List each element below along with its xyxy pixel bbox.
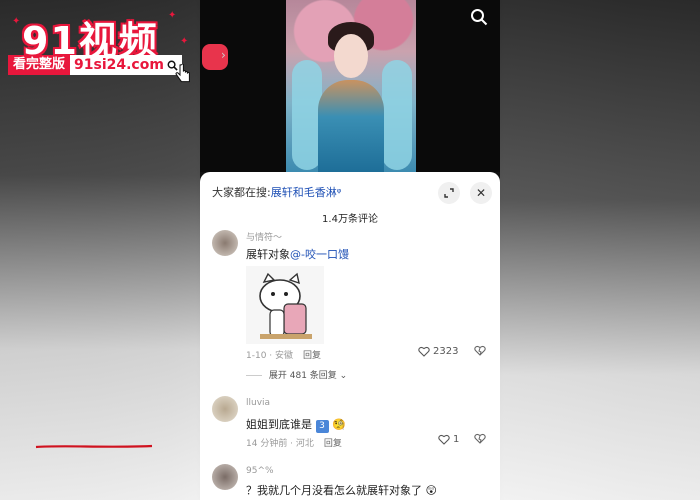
sticker-image[interactable] (246, 266, 324, 344)
figure-sleeve-right (382, 60, 412, 170)
close-icon: ✕ (475, 186, 487, 200)
reply-button[interactable]: 回复 (303, 351, 321, 361)
like-count: 1 (453, 434, 460, 445)
trending-search[interactable]: 大家都在搜:展轩和毛香淋ᵠ (212, 184, 341, 200)
heart-icon (438, 434, 450, 445)
fullscreen-button[interactable] (438, 182, 460, 204)
comment-text: ？我就几个月没看怎么就展轩对象了 😲 (246, 482, 437, 498)
reply-button[interactable]: 回复 (324, 439, 342, 449)
watermark-bar[interactable]: 看完整版 91si24.com (8, 54, 182, 76)
comment-text: 展轩对象@-咬一口馒 (246, 246, 349, 262)
video-frame (286, 0, 416, 172)
keycap-emoji: 3 (315, 420, 329, 433)
mention-link[interactable]: @-咬一口馒 (290, 248, 349, 261)
comment-time: 14 分钟前 · 河北 (246, 439, 314, 449)
watermark-url-text: 91si24.com (74, 57, 164, 73)
dislike-button[interactable] (474, 345, 486, 359)
heart-icon (418, 346, 430, 357)
comment-count: 1.4万条评论 (322, 214, 378, 225)
avatar[interactable] (212, 396, 238, 422)
comment-username[interactable]: 与情符～ (246, 230, 282, 243)
trending-search-prefix: 大家都在搜: (212, 186, 271, 199)
thinking-face-emoji-icon: 🧐 (332, 418, 346, 431)
comment-item: 95^% ？我就几个月没看怎么就展轩对象了 😲 (212, 462, 492, 500)
comment-item: 与情符～ 展轩对象@-咬一口馒 1-10 · 安徽 回复 2323 展开 481… (212, 228, 492, 388)
avatar[interactable] (212, 464, 238, 490)
comment-text-plain: 展轩对象 (246, 248, 290, 261)
broken-heart-icon (474, 345, 486, 356)
close-button[interactable]: ✕ (470, 182, 492, 204)
chevron-right-icon[interactable]: › (221, 48, 226, 62)
red-underline-annotation (35, 444, 153, 449)
comment-username[interactable]: 95^% (246, 466, 274, 476)
search-icon: ᵠ (336, 186, 342, 199)
comment-text: 姐姐到底谁是 3 🧐 (246, 416, 346, 433)
figure-body (318, 80, 384, 172)
broken-heart-icon (474, 433, 486, 444)
figure-face (334, 34, 368, 78)
watermark-url[interactable]: 91si24.com (70, 55, 182, 75)
watermark: 91视频 ✦ ✦ ✦ 看完整版 91si24.com (8, 6, 193, 83)
comment-meta: 1-10 · 安徽 回复 (246, 348, 321, 361)
video-player[interactable]: › (200, 0, 500, 172)
comment-sheet: 大家都在搜:展轩和毛香淋ᵠ ✕ 1.4万条评论 与情符～ 展轩对象@-咬一口馒 (200, 172, 500, 500)
expand-replies-button[interactable]: 展开 481 条回复 ⌄ (246, 368, 347, 381)
search-icon[interactable] (470, 8, 488, 26)
dislike-button[interactable] (474, 433, 486, 447)
sparkle-icon: ✦ (180, 36, 189, 47)
watermark-tag[interactable]: 看完整版 (8, 55, 71, 75)
phone-screen: › 大家都在搜:展轩和毛香淋ᵠ ✕ 1.4万条评论 与情符～ 展轩对象@-咬一口… (200, 0, 500, 500)
expand-replies-label: 展开 481 条回复 (268, 371, 337, 381)
comment-meta: 14 分钟前 · 河北 回复 (246, 436, 342, 449)
sparkle-icon: ✦ (168, 10, 177, 21)
hand-cursor-icon (175, 64, 190, 83)
like-button[interactable]: 2323 (418, 346, 458, 357)
trending-search-keyword[interactable]: 展轩和毛香淋 (271, 186, 337, 199)
comment-username[interactable]: lluvia (246, 398, 270, 408)
astonished-face-emoji-icon: 😲 (425, 484, 437, 497)
comment-time: 1-10 · 安徽 (246, 351, 294, 361)
hello-kitty-sticker-icon (246, 266, 324, 344)
chevron-down-icon: ⌄ (339, 371, 348, 381)
like-button[interactable]: 1 (438, 434, 459, 445)
sparkle-icon: ✦ (12, 16, 21, 27)
comment-text-plain: ？我就几个月没看怎么就展轩对象了 (246, 484, 422, 497)
comment-item: lluvia 姐姐到底谁是 3 🧐 14 分钟前 · 河北 回复 1 (212, 394, 492, 454)
avatar[interactable] (212, 230, 238, 256)
comment-text-plain: 姐姐到底谁是 (246, 418, 312, 431)
like-count: 2323 (433, 346, 459, 357)
expand-icon (444, 188, 454, 198)
background-right (500, 0, 700, 500)
